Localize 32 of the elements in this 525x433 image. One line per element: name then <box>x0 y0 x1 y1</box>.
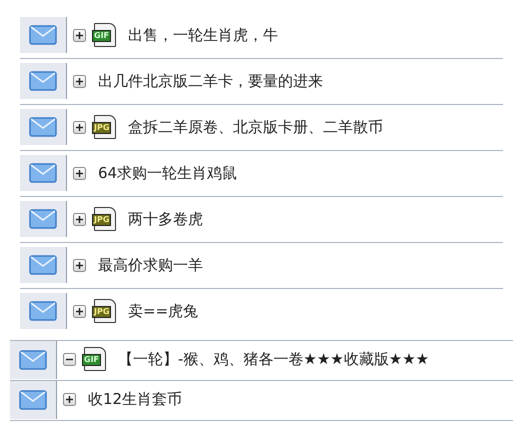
expand-toggle[interactable] <box>73 258 86 272</box>
envelope-icon <box>29 163 57 183</box>
thread-title[interactable]: 出售，一轮生肖虎，牛 <box>128 26 278 44</box>
file-type-icon: JPG <box>94 299 116 323</box>
expand-toggle[interactable] <box>73 304 86 318</box>
thread-title[interactable]: 两十多卷虎 <box>128 210 203 228</box>
expand-toggle[interactable] <box>73 212 86 226</box>
expand-toggle[interactable] <box>63 392 76 406</box>
envelope-icon <box>19 390 47 410</box>
file-type-icon: GIF <box>94 23 116 47</box>
expand-toggle[interactable] <box>73 28 86 42</box>
file-type-icon: JPG <box>94 115 116 139</box>
envelope-icon <box>19 350 47 370</box>
envelope-icon <box>29 25 57 45</box>
envelope-icon <box>29 71 57 91</box>
thread-title[interactable]: 收12生肖套币 <box>88 390 182 408</box>
thread-title[interactable]: 最高价求购一羊 <box>98 256 203 274</box>
envelope-icon <box>29 209 57 229</box>
file-type-icon: JPG <box>94 207 116 231</box>
thread-title[interactable]: 64求购一轮生肖鸡鼠 <box>98 164 238 182</box>
expand-toggle[interactable] <box>73 120 86 134</box>
thread-title[interactable]: 【一轮】-猴、鸡、猪各一卷★★★收藏版★★★ <box>118 350 430 368</box>
thread-title[interactable]: 出几件北京版二羊卡，要量的进来 <box>98 72 323 90</box>
collapse-toggle[interactable] <box>63 352 76 366</box>
envelope-icon <box>29 301 57 321</box>
thread-title[interactable]: 卖==虎兔 <box>128 302 198 320</box>
file-type-icon: GIF <box>84 347 106 371</box>
thread-title[interactable]: 盒拆二羊原卷、北京版卡册、二羊散币 <box>128 118 383 136</box>
envelope-icon <box>29 117 57 137</box>
expand-toggle[interactable] <box>73 166 86 180</box>
expand-toggle[interactable] <box>73 74 86 88</box>
envelope-icon <box>29 255 57 275</box>
